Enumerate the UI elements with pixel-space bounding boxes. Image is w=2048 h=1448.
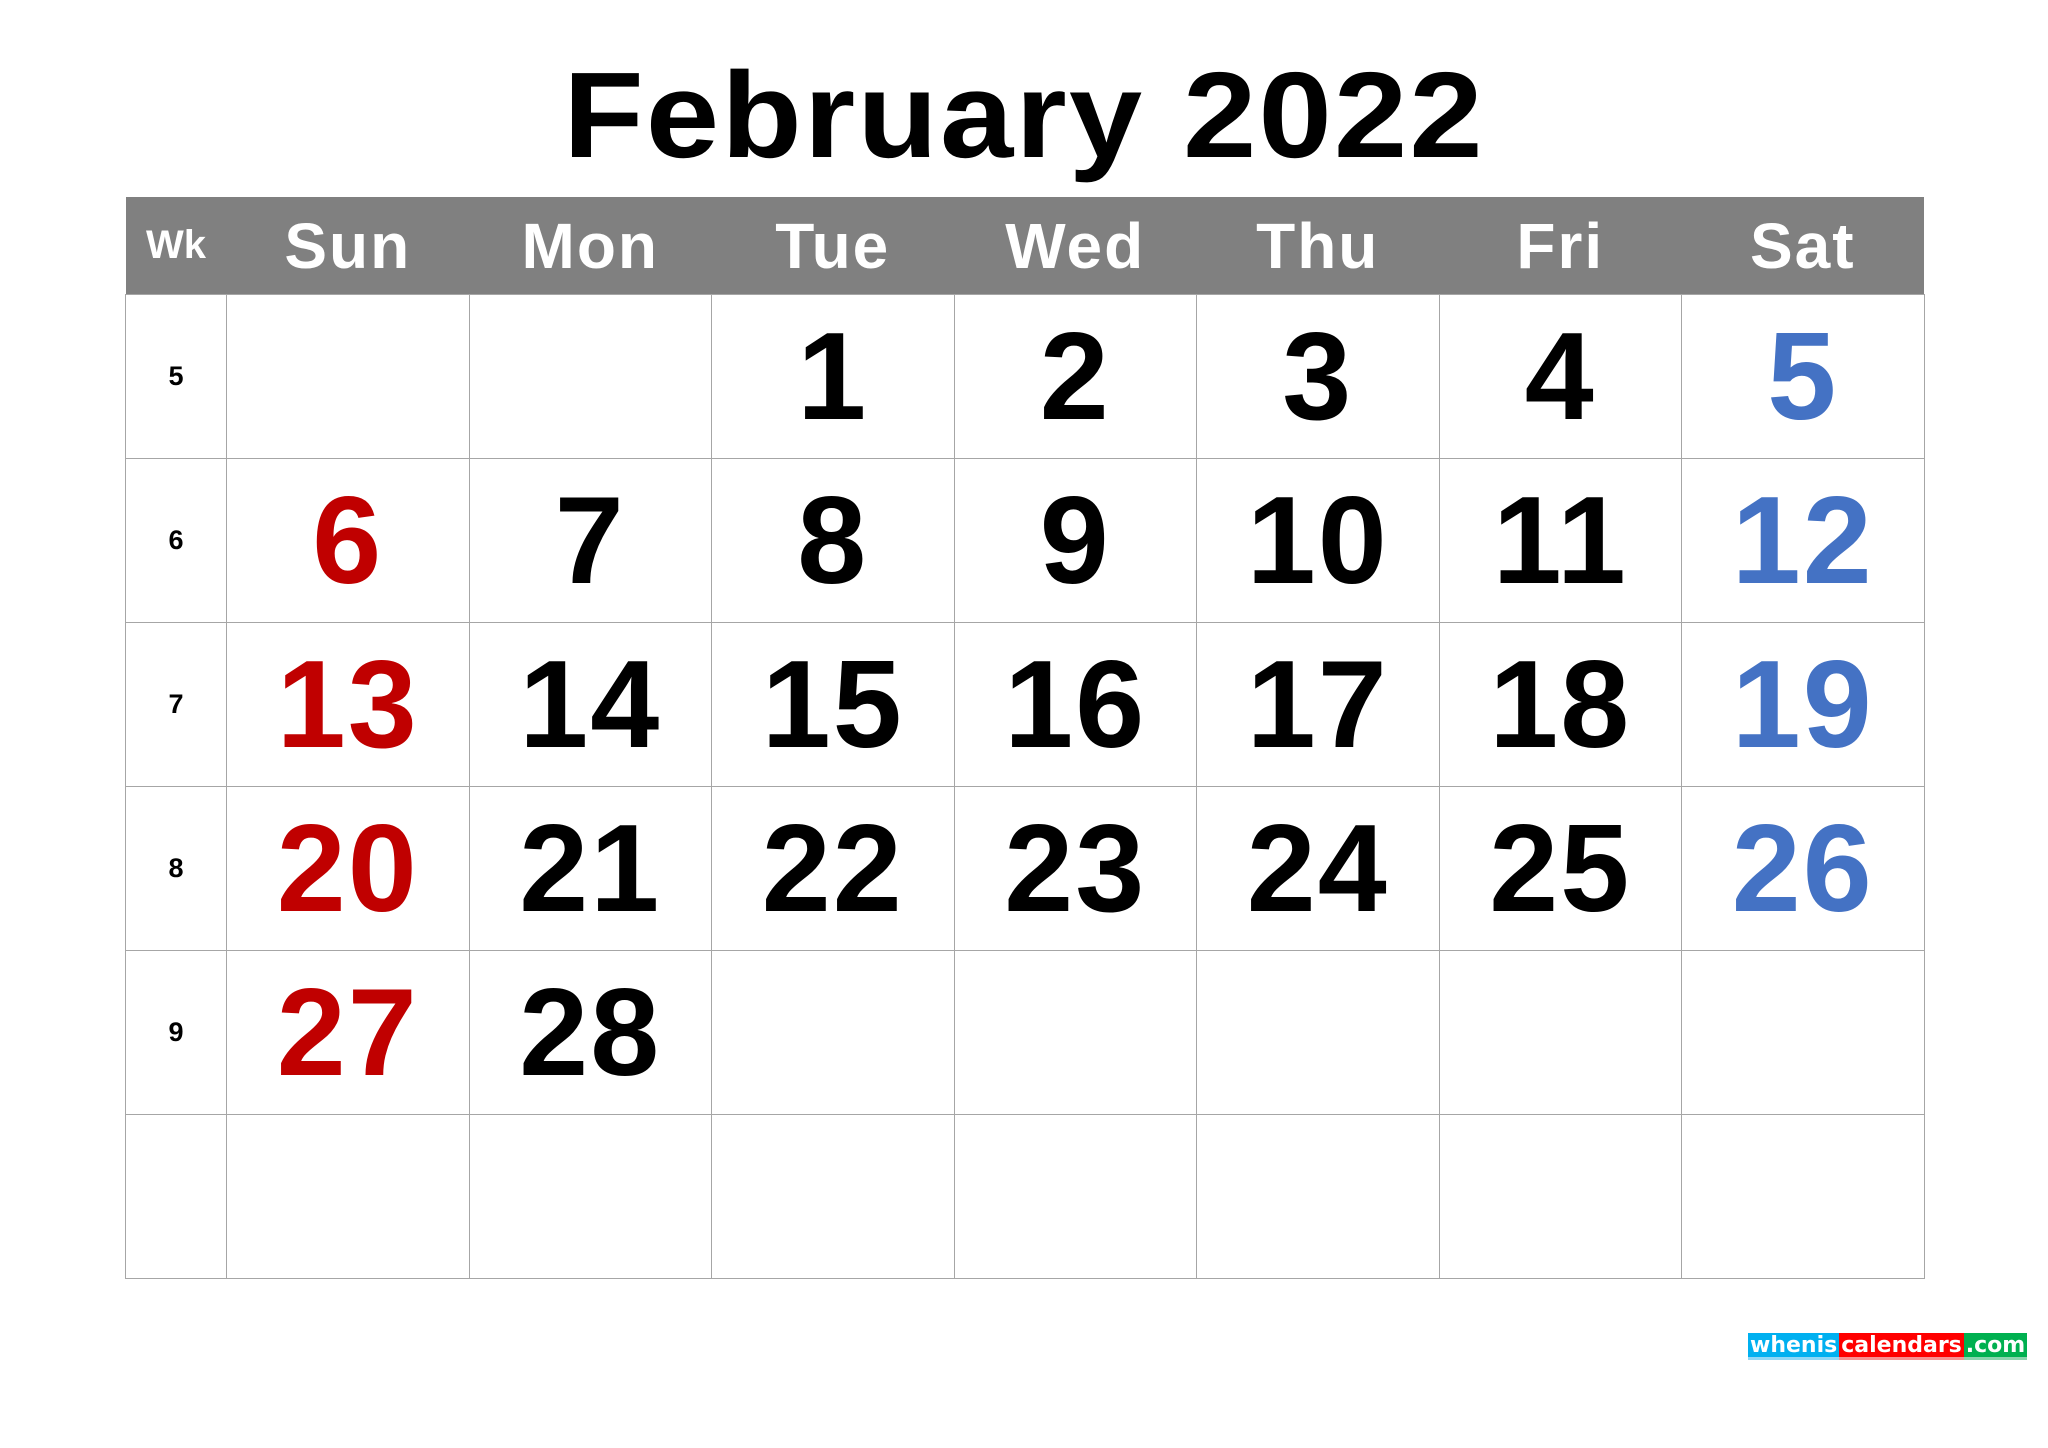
empty-day-cell (1196, 1114, 1440, 1279)
day-cell-tue: 1 (711, 294, 955, 459)
day-cell-wed: 9 (953, 458, 1197, 623)
weekday-header-thu: Thu (1196, 197, 1439, 295)
week-row: 8 20 21 22 23 24 25 26 (125, 786, 1925, 951)
day-cell-thu: 3 (1196, 294, 1440, 459)
empty-day-cell (1438, 1114, 1682, 1279)
day-cell-mon: 14 (468, 622, 712, 787)
week-row: 7 13 14 15 16 17 18 19 (125, 622, 1925, 787)
week-number (125, 1114, 227, 1279)
day-cell-fri: 4 (1438, 294, 1682, 459)
week-number: 7 (125, 622, 227, 787)
calendar-title: February 2022 (563, 47, 1485, 183)
day-cell-fri: 11 (1438, 458, 1682, 623)
day-cell-thu: 17 (1196, 622, 1440, 787)
week-number: 8 (125, 786, 227, 951)
day-cell-sat: 12 (1681, 458, 1925, 623)
week-number: 9 (125, 950, 227, 1115)
calendar-grid: Wk Sun Mon Tue Wed Thu Fri Sat 512345667… (125, 197, 1925, 1279)
watermark-logo[interactable]: whenis calendars .com (1748, 1333, 2028, 1360)
day-cell-sat: 26 (1681, 786, 1925, 951)
day-cell-mon: 21 (468, 786, 712, 951)
empty-day-cell (468, 294, 712, 459)
empty-day-cell (953, 1114, 1197, 1279)
day-cell-sun: 6 (226, 458, 470, 623)
week-number: 5 (125, 294, 227, 459)
day-cell-fri: 25 (1438, 786, 1682, 951)
day-cell-fri: 18 (1438, 622, 1682, 787)
day-cell-sat: 5 (1681, 294, 1925, 459)
weekday-header-sat: Sat (1681, 197, 1924, 295)
weekday-header-wed: Wed (954, 197, 1197, 295)
weekday-header-row: Wk Sun Mon Tue Wed Thu Fri Sat (125, 197, 1924, 295)
week-number-header: Wk (125, 197, 227, 295)
watermark-part-calendars: calendars (1839, 1333, 1964, 1360)
weekday-header-mon: Mon (469, 197, 712, 295)
week-row: 512345 (125, 294, 1925, 459)
week-row: 6 6 7 8 9 10 11 12 (125, 458, 1925, 623)
day-cell-thu: 10 (1196, 458, 1440, 623)
day-cell-tue: 22 (711, 786, 955, 951)
empty-day-cell (711, 1114, 955, 1279)
empty-day-cell (226, 294, 470, 459)
empty-day-cell (711, 950, 955, 1115)
watermark-part-com: .com (1963, 1333, 2028, 1360)
empty-day-cell (226, 1114, 470, 1279)
day-cell-mon: 28 (468, 950, 712, 1115)
empty-day-cell (953, 950, 1197, 1115)
empty-day-cell (1438, 950, 1682, 1115)
week-number: 6 (125, 458, 227, 623)
day-cell-wed: 16 (953, 622, 1197, 787)
day-cell-sun: 13 (226, 622, 470, 787)
day-cell-thu: 24 (1196, 786, 1440, 951)
week-row (125, 1114, 1925, 1279)
empty-day-cell (468, 1114, 712, 1279)
weekday-header-sun: Sun (226, 197, 469, 295)
day-cell-tue: 8 (711, 458, 955, 623)
weekday-header-fri: Fri (1439, 197, 1682, 295)
day-cell-sun: 27 (226, 950, 470, 1115)
day-cell-tue: 15 (711, 622, 955, 787)
day-cell-sun: 20 (226, 786, 470, 951)
day-cell-wed: 23 (953, 786, 1197, 951)
watermark-part-whenis: whenis (1748, 1333, 1840, 1360)
weekday-header-tue: Tue (711, 197, 954, 295)
day-cell-sat: 19 (1681, 622, 1925, 787)
empty-day-cell (1681, 1114, 1925, 1279)
empty-day-cell (1196, 950, 1440, 1115)
week-row: 9 27 28 (125, 950, 1925, 1115)
empty-day-cell (1681, 950, 1925, 1115)
day-cell-mon: 7 (468, 458, 712, 623)
day-cell-wed: 2 (953, 294, 1197, 459)
